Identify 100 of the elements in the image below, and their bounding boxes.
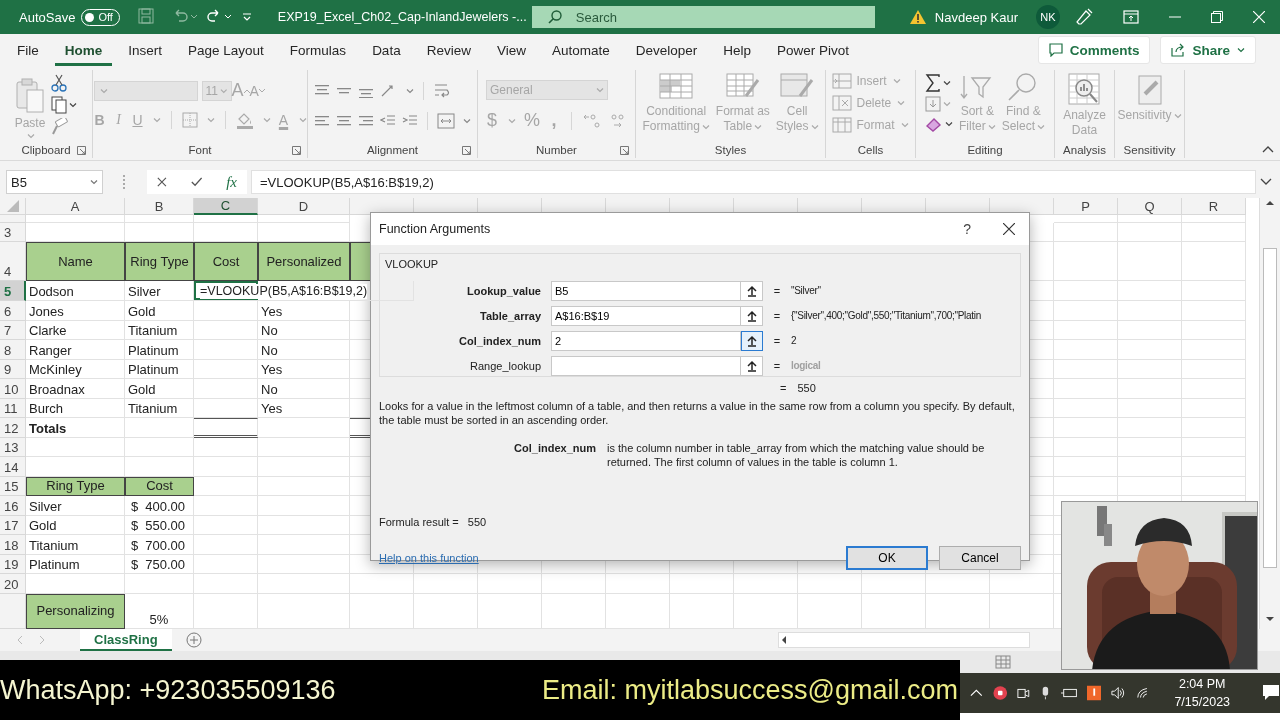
argument-result: 2 (791, 335, 797, 346)
row-header[interactable]: 13 (0, 437, 26, 457)
comments-button[interactable]: Comments (1037, 36, 1151, 64)
help-button[interactable]: ? (963, 221, 971, 237)
table-cell: Dodson (26, 281, 125, 301)
formula-result: 550 (467, 516, 487, 528)
argument-label: Range_lookup (469, 359, 542, 372)
row-header[interactable]: 4 (0, 242, 26, 281)
table-cell: Name (26, 242, 125, 281)
column-header[interactable]: C (194, 198, 258, 215)
currency-symbol: $ (131, 518, 139, 533)
dialog-button[interactable]: Cancel (939, 546, 1021, 570)
table-cell: Yes (258, 301, 350, 321)
name-box[interactable]: B5 (6, 170, 103, 194)
function-description: Looks for a value in the leftmost column of a table, and then returns a value in the same row from a column you specify. By default, the table must be sorted in an ascending order. (379, 399, 1016, 427)
whatsapp-text: WhatsApp: +923035509136 (0, 674, 336, 706)
column-header[interactable]: Q (1118, 198, 1182, 215)
argument-field[interactable]: 2 (551, 330, 741, 351)
formula-result-label: Formula result = (379, 516, 459, 528)
equals-sign: = (772, 334, 782, 347)
row-header[interactable]: 3 (0, 223, 26, 242)
table-cell: Cost (194, 242, 258, 281)
row-header[interactable]: 10 (0, 379, 26, 399)
row-header[interactable]: 20 (0, 574, 26, 594)
table-cell: Silver (26, 496, 125, 516)
equals-sign: = (772, 309, 782, 322)
row-header[interactable]: 5 (0, 281, 26, 301)
email-text: Email: myitlabsuccess@gmail.com (542, 674, 958, 706)
ribbon-tab[interactable]: Automate (541, 37, 620, 66)
argument-field[interactable]: A$16:B$19 (551, 305, 741, 326)
column-header[interactable]: R (1182, 198, 1246, 215)
table-cell: Platinum (26, 554, 125, 574)
row-header[interactable]: 15 (0, 476, 26, 496)
table-cell: Platinum (125, 359, 194, 379)
table-cell: McKinley (26, 359, 125, 379)
formula-field[interactable]: =VLOOKUP(B5,A$16:B$19,2) (251, 170, 1256, 194)
argument-help-name: Col_index_num (513, 441, 596, 456)
row-header[interactable]: 12 (0, 418, 26, 438)
group-label: Number (536, 144, 577, 156)
ribbon-tab[interactable]: Review (416, 37, 481, 66)
group-label: Analysis (1063, 144, 1106, 156)
clock-time[interactable]: 2:04 PM (1178, 675, 1226, 693)
currency-symbol: $ (131, 537, 139, 553)
table-cell: Titanium (125, 320, 194, 340)
table-cell: Jones (26, 301, 125, 321)
dialog-title: Function Arguments (379, 222, 491, 236)
row-header[interactable]: 7 (0, 320, 26, 340)
table-cell: Ring Type (26, 476, 125, 496)
cell-value: 400.00 (145, 498, 185, 514)
column-header[interactable]: P (1054, 198, 1118, 215)
column-header[interactable]: D (258, 198, 350, 215)
ribbon-tab[interactable]: View (486, 37, 536, 66)
group-label: Font (188, 144, 212, 156)
argument-result: {"Silver",400;"Gold",550;"Titanium",700;"Platin (791, 310, 981, 321)
cell-value: 550.00 (145, 518, 185, 533)
table-cell: Ring Type (125, 242, 194, 281)
row-header[interactable]: 18 (0, 535, 26, 555)
group-label: Styles (714, 144, 747, 156)
cell-formula: =VLOOKUP(B5,A$16:B$19,2) (200, 284, 368, 299)
row-header[interactable]: 11 (0, 398, 26, 418)
ribbon-tab[interactable]: File (7, 37, 49, 66)
help-link[interactable]: Help on this function (379, 552, 479, 564)
clock-date[interactable]: 7/15/2023 (1174, 693, 1231, 711)
table-cell: Ranger (26, 340, 125, 360)
row-header[interactable]: 19 (0, 554, 26, 574)
row-header[interactable]: 14 (0, 457, 26, 477)
row-header[interactable]: 17 (0, 515, 26, 535)
ribbon-tab[interactable]: Formulas (279, 37, 357, 66)
share-button[interactable]: Share (1160, 36, 1256, 64)
table-cell: Burch (26, 398, 125, 418)
ribbon-tab[interactable]: Page Layout (178, 37, 274, 66)
ribbon-tab[interactable]: Developer (625, 37, 708, 66)
table-cell: Gold (125, 301, 194, 321)
column-header[interactable]: B (125, 198, 194, 215)
argument-label: Col_index_num (458, 334, 542, 347)
ribbon-tab[interactable]: Insert (118, 37, 173, 66)
table-cell: Gold (26, 515, 125, 535)
table-cell: Silver (125, 281, 194, 301)
row-header[interactable]: 9 (0, 359, 26, 379)
insert-function-button[interactable]: fx (226, 173, 237, 191)
search-field[interactable]: Search (531, 6, 875, 28)
argument-label: Table_array (479, 309, 542, 322)
equals-sign: = (772, 284, 782, 297)
ribbon-tab[interactable]: Data (362, 37, 411, 66)
ribbon-tab[interactable]: Power Pivot (767, 37, 860, 66)
group-label: Editing (967, 144, 1003, 156)
group-label: Alignment (366, 144, 419, 156)
table-cell: Titanium (125, 398, 194, 418)
ribbon-tab[interactable]: Help (713, 37, 762, 66)
function-result: 550 (797, 382, 816, 394)
row-header[interactable]: 8 (0, 340, 26, 360)
cell-value: 750.00 (145, 557, 185, 572)
user-avatar[interactable]: NK (1036, 5, 1060, 29)
sheet-tab[interactable]: ClassRing (80, 629, 172, 651)
user-name: Navdeep Kaur (934, 9, 1018, 25)
dialog-button[interactable]: OK (846, 546, 928, 570)
row-header[interactable]: 6 (0, 301, 26, 321)
row-header[interactable]: 16 (0, 496, 26, 516)
argument-field[interactable]: B5 (551, 280, 741, 301)
column-header[interactable]: A (26, 198, 125, 215)
